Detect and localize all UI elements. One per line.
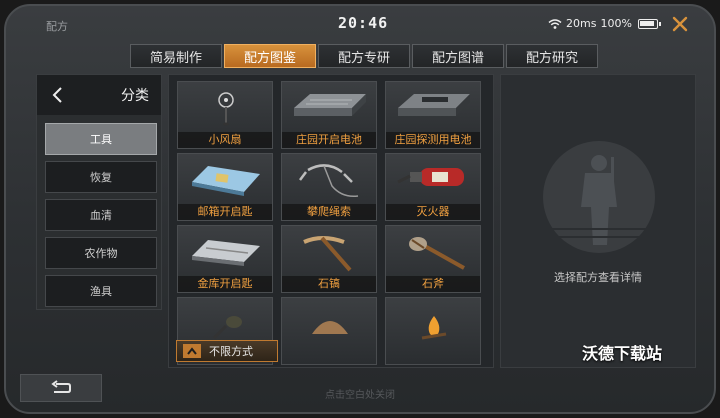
tab-bar: 简易制作 配方图鉴 配方专研 配方图谱 配方研究 bbox=[130, 44, 598, 68]
recipe-tile-fan[interactable]: 小风扇 bbox=[177, 81, 273, 149]
tab-recipe-research[interactable]: 配方研究 bbox=[506, 44, 598, 68]
recipe-tile-basket[interactable] bbox=[281, 297, 377, 365]
fire-extinguisher-icon bbox=[397, 168, 464, 186]
campfire-icon bbox=[421, 316, 447, 340]
category-sidebar: 分类 工具 恢复 血清 农作物 渔具 bbox=[36, 74, 162, 310]
recipe-label: 灭火器 bbox=[386, 204, 480, 220]
category-crops[interactable]: 农作物 bbox=[45, 237, 157, 269]
survivor-silhouette-icon bbox=[543, 141, 655, 253]
status-bar: 配方 20:46 20ms 100% bbox=[6, 6, 714, 42]
recipe-tile-climbing-rope[interactable]: 攀爬绳索 bbox=[281, 153, 377, 221]
pickaxe-icon bbox=[303, 236, 352, 272]
recipe-tile-manor-battery[interactable]: 庄园开启电池 bbox=[281, 81, 377, 149]
recipe-tile-stone-pickaxe[interactable]: 石镐 bbox=[281, 225, 377, 293]
battery-value: 100% bbox=[600, 17, 632, 30]
ping-value: 20ms bbox=[566, 17, 597, 30]
detail-hint: 选择配方查看详情 bbox=[554, 271, 642, 284]
fan-icon bbox=[218, 92, 234, 126]
grappling-hook-icon bbox=[299, 164, 359, 198]
recipe-grid: 小风扇 庄园开启电池 庄园探测用电池 邮箱开启匙 攀爬绳索 灭火器 金库开启匙 … bbox=[168, 74, 494, 368]
vault-card-icon bbox=[192, 240, 260, 266]
recipe-tile-fire-extinguisher[interactable]: 灭火器 bbox=[385, 153, 481, 221]
chevron-up-icon bbox=[183, 344, 201, 358]
sidebar-title: 分类 bbox=[121, 88, 149, 104]
close-icon[interactable] bbox=[670, 14, 690, 34]
recipe-label: 庄园开启电池 bbox=[282, 132, 376, 148]
battery-icon bbox=[637, 18, 661, 29]
watermark: 沃德下载站 bbox=[582, 344, 663, 363]
close-hint: 点击空白处关闭 bbox=[325, 390, 395, 401]
chevron-left-icon[interactable] bbox=[51, 85, 65, 105]
tab-recipe-atlas[interactable]: 配方图谱 bbox=[412, 44, 504, 68]
recipe-tile-vault-key[interactable]: 金库开启匙 bbox=[177, 225, 273, 293]
recipe-label: 石镐 bbox=[282, 276, 376, 292]
recipe-label: 庄园探测用电池 bbox=[386, 132, 480, 148]
network-status: 20ms 100% bbox=[548, 17, 661, 30]
recipe-window: 配方 20:46 20ms 100% 简易制作 配方图鉴 配方专研 配方图谱 配… bbox=[4, 4, 716, 414]
app-name: 配方 bbox=[46, 20, 68, 33]
tab-recipe-codex[interactable]: 配方图鉴 bbox=[224, 44, 316, 68]
axe-icon bbox=[409, 237, 465, 270]
recipe-label: 邮箱开启匙 bbox=[178, 204, 272, 220]
recipe-tile-mailbox-key[interactable]: 邮箱开启匙 bbox=[177, 153, 273, 221]
clock: 20:46 bbox=[338, 14, 389, 32]
category-tools[interactable]: 工具 bbox=[45, 123, 157, 155]
recipe-label: 攀爬绳索 bbox=[282, 204, 376, 220]
recipe-label: 石斧 bbox=[386, 276, 480, 292]
category-fishing[interactable]: 渔具 bbox=[45, 275, 157, 307]
battery-pack-icon bbox=[398, 94, 470, 116]
tab-recipe-study[interactable]: 配方专研 bbox=[318, 44, 410, 68]
battery-pack-icon bbox=[294, 94, 366, 116]
recipe-tile-stone-axe[interactable]: 石斧 bbox=[385, 225, 481, 293]
recipe-detail-panel: 选择配方查看详情 bbox=[500, 74, 696, 368]
filter-label: 不限方式 bbox=[209, 345, 253, 358]
recipe-tile-campfire[interactable] bbox=[385, 297, 481, 365]
recipe-label: 小风扇 bbox=[178, 132, 272, 148]
basket-icon bbox=[312, 321, 348, 334]
recipe-label: 金库开启匙 bbox=[178, 276, 272, 292]
category-serum[interactable]: 血清 bbox=[45, 199, 157, 231]
sidebar-header: 分类 bbox=[37, 75, 161, 115]
recipe-tile-manor-probe-battery[interactable]: 庄园探测用电池 bbox=[385, 81, 481, 149]
keycard-icon bbox=[192, 166, 260, 196]
wifi-icon bbox=[548, 18, 562, 29]
category-recovery[interactable]: 恢复 bbox=[45, 161, 157, 193]
tab-simple-craft[interactable]: 简易制作 bbox=[130, 44, 222, 68]
filter-method-button[interactable]: 不限方式 bbox=[176, 340, 278, 362]
